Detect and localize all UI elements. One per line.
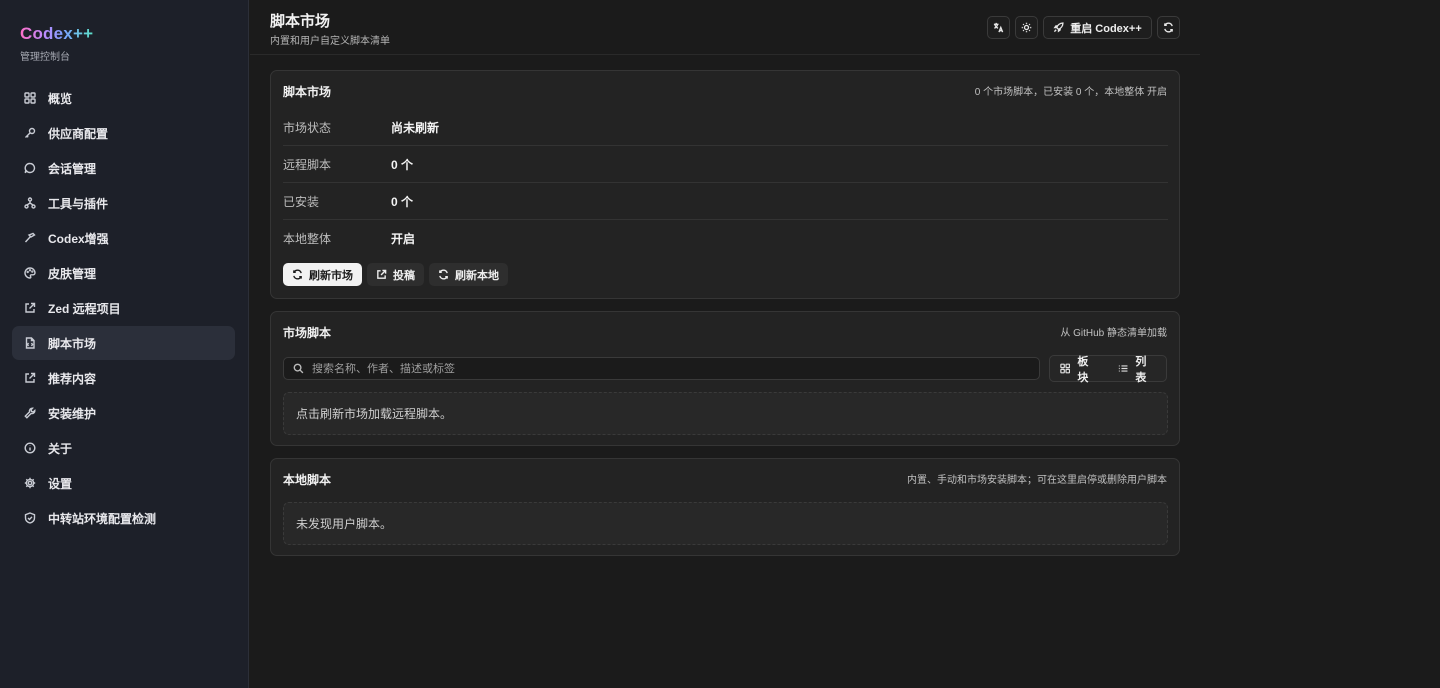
row-value: 0 个 <box>391 194 414 209</box>
row-value: 尚未刷新 <box>391 120 440 135</box>
refresh-market-label: 刷新市场 <box>309 269 353 282</box>
view-list-label: 列表 <box>1135 355 1147 384</box>
market-scripts-note: 从 GitHub 静态清单加载 <box>1060 328 1167 339</box>
theme-toggle-button[interactable] <box>1015 16 1038 39</box>
market-status-row: 市场状态 尚未刷新 <box>283 109 1168 146</box>
page-subtitle: 内置和用户自定义脚本清单 <box>270 36 390 47</box>
sidebar-item-label: 推荐内容 <box>48 371 97 386</box>
sidebar-item-codex-enhance[interactable]: Codex增强 <box>12 221 235 255</box>
sidebar-item-recommended[interactable]: 推荐内容 <box>12 361 235 395</box>
row-value: 0 个 <box>391 157 414 172</box>
sidebar-item-relay-check[interactable]: 中转站环境配置检测 <box>12 501 235 535</box>
installed-row: 已安装 0 个 <box>283 183 1168 220</box>
external-link-icon <box>377 269 387 279</box>
submit-label: 投稿 <box>393 269 415 282</box>
row-key: 远程脚本 <box>283 157 332 172</box>
sidebar: Codex++ 管理控制台 概览 供应商配置 会话管理 工具与插件 Codex增… <box>0 0 249 688</box>
remote-scripts-row: 远程脚本 0 个 <box>283 146 1168 183</box>
sidebar-item-label: 关于 <box>48 441 73 456</box>
restart-codex-label: 重启 Codex++ <box>1070 22 1142 35</box>
sidebar-item-label: 供应商配置 <box>48 126 109 141</box>
refresh-icon <box>1164 22 1173 33</box>
sidebar-item-about[interactable]: 关于 <box>12 431 235 465</box>
key-icon <box>24 127 36 139</box>
refresh-icon <box>439 269 448 280</box>
sidebar-item-label: 安装维护 <box>48 406 97 421</box>
refresh-market-button[interactable]: 刷新市场 <box>283 263 362 286</box>
market-scripts-card: 市场脚本 从 GitHub 静态清单加载 板块 列表 点击刷新市场加载远程脚本。 <box>270 311 1180 446</box>
sidebar-item-label: 中转站环境配置检测 <box>48 511 157 526</box>
search-icon <box>293 363 304 374</box>
submit-script-button[interactable]: 投稿 <box>367 263 424 286</box>
view-toggle: 板块 列表 <box>1049 355 1167 384</box>
sidebar-item-settings[interactable]: 设置 <box>12 466 235 500</box>
view-grid-label: 板块 <box>1077 355 1089 384</box>
market-scripts-title: 市场脚本 <box>283 326 332 340</box>
row-value: 开启 <box>391 232 416 246</box>
row-key: 市场状态 <box>283 120 332 135</box>
local-overall-row: 本地整体 开启 <box>283 220 1168 257</box>
sidebar-item-script-market[interactable]: 脚本市场 <box>12 326 235 360</box>
sidebar-nav: 概览 供应商配置 会话管理 工具与插件 Codex增强 皮肤管理 Zed 远程项… <box>12 81 235 536</box>
local-scripts-card: 本地脚本 内置、手动和市场安装脚本；可在这里启停或删除用户脚本 未发现用户脚本。 <box>270 458 1180 556</box>
local-scripts-note: 内置、手动和市场安装脚本；可在这里启停或删除用户脚本 <box>907 475 1167 486</box>
sidebar-item-providers[interactable]: 供应商配置 <box>12 116 235 150</box>
shield-icon <box>24 512 36 524</box>
hammer-icon <box>24 232 36 244</box>
sidebar-item-label: Codex增强 <box>48 231 109 246</box>
local-empty-state: 未发现用户脚本。 <box>283 502 1168 545</box>
translate-icon <box>993 22 1004 33</box>
sidebar-item-sessions[interactable]: 会话管理 <box>12 151 235 185</box>
sidebar-item-label: 概览 <box>48 91 73 106</box>
grid-icon <box>1060 363 1071 374</box>
refresh-local-button[interactable]: 刷新本地 <box>429 263 508 286</box>
refresh-icon <box>293 269 302 280</box>
brand: Codex++ 管理控制台 <box>20 24 93 63</box>
page-title: 脚本市场 <box>270 13 331 30</box>
network-icon <box>24 197 36 209</box>
script-search-input[interactable] <box>312 362 1012 375</box>
script-search-box[interactable] <box>283 357 1040 380</box>
sidebar-item-skins[interactable]: 皮肤管理 <box>12 256 235 290</box>
sidebar-item-label: 皮肤管理 <box>48 266 97 281</box>
sidebar-item-install-maintain[interactable]: 安装维护 <box>12 396 235 430</box>
local-scripts-title: 本地脚本 <box>283 473 332 487</box>
list-icon <box>1118 365 1128 372</box>
view-grid-button[interactable]: 板块 <box>1050 356 1108 384</box>
sidebar-item-label: 工具与插件 <box>48 196 109 211</box>
brand-subtitle: 管理控制台 <box>20 52 70 63</box>
refresh-local-label: 刷新本地 <box>455 269 499 282</box>
page-header: 脚本市场 内置和用户自定义脚本清单 重启 Codex++ <box>250 0 1200 55</box>
gear-icon <box>24 477 36 489</box>
sun-icon <box>1021 22 1032 33</box>
restart-codex-button[interactable]: 重启 Codex++ <box>1043 16 1152 39</box>
script-file-icon <box>24 337 36 349</box>
sidebar-item-tools[interactable]: 工具与插件 <box>12 186 235 220</box>
chat-bubble-icon <box>24 162 36 174</box>
sidebar-item-overview[interactable]: 概览 <box>12 81 235 115</box>
info-icon <box>24 442 36 454</box>
sidebar-item-label: 会话管理 <box>48 161 97 176</box>
refresh-button[interactable] <box>1157 16 1180 39</box>
external-link-icon <box>24 372 36 384</box>
grid-icon <box>24 92 36 104</box>
sidebar-item-label: 设置 <box>48 476 73 491</box>
rocket-icon <box>1053 22 1064 33</box>
market-card-title: 脚本市场 <box>283 85 332 99</box>
sidebar-item-zed-remote[interactable]: Zed 远程项目 <box>12 291 235 325</box>
translate-button[interactable] <box>987 16 1010 39</box>
sidebar-item-label: 脚本市场 <box>48 336 97 351</box>
sidebar-item-label: Zed 远程项目 <box>48 301 121 316</box>
external-link-icon <box>24 302 36 314</box>
view-list-button[interactable]: 列表 <box>1108 356 1166 384</box>
market-card-summary: 0 个市场脚本，已安装 0 个，本地整体 开启 <box>974 87 1167 98</box>
wrench-icon <box>24 407 36 419</box>
brand-title: Codex++ <box>20 24 94 43</box>
market-empty-state: 点击刷新市场加载远程脚本。 <box>283 392 1168 435</box>
row-key: 已安装 <box>283 194 320 209</box>
row-key: 本地整体 <box>283 232 332 246</box>
palette-icon <box>24 267 36 279</box>
market-status-card: 脚本市场 0 个市场脚本，已安装 0 个，本地整体 开启 市场状态 尚未刷新 远… <box>270 70 1180 299</box>
